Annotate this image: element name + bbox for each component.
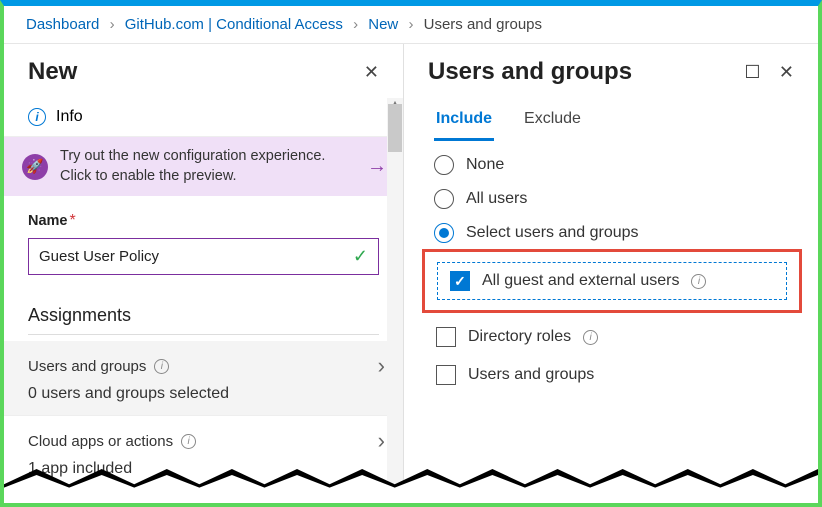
- checkbox-label: Users and groups: [468, 366, 594, 384]
- breadcrumb-sep: ›: [353, 16, 358, 33]
- info-label: Info: [56, 108, 83, 126]
- option-select-users-and-groups[interactable]: Select users and groups: [434, 223, 788, 243]
- include-exclude-tabs: Include Exclude: [404, 98, 818, 141]
- info-icon[interactable]: i: [181, 434, 196, 449]
- breadcrumb-sep: ›: [408, 16, 413, 33]
- assignments-heading: Assignments: [28, 305, 379, 335]
- option-label: All users: [466, 190, 527, 208]
- tab-include[interactable]: Include: [434, 104, 494, 141]
- breadcrumb: Dashboard › GitHub.com | Conditional Acc…: [4, 6, 818, 44]
- highlight-box: All guest and external users i: [422, 249, 802, 313]
- checkbox-icon: [450, 271, 470, 291]
- name-input[interactable]: Guest User Policy ✓: [28, 238, 379, 275]
- pane-title-new: New: [28, 58, 77, 86]
- scrollbar-track[interactable]: ▴: [387, 98, 403, 499]
- check-icon: ✓: [353, 246, 368, 267]
- users-and-groups-pane: Users and groups ☐ ✕ Include Exclude Non…: [404, 44, 818, 499]
- azure-portal-window: Dashboard › GitHub.com | Conditional Acc…: [0, 0, 822, 507]
- radio-icon: [434, 223, 454, 243]
- checkbox-label: Directory roles: [468, 328, 571, 346]
- breadcrumb-sep: ›: [110, 16, 115, 33]
- checkbox-icon: [436, 365, 456, 385]
- breadcrumb-app[interactable]: GitHub.com | Conditional Access: [125, 16, 343, 33]
- breadcrumb-current: Users and groups: [424, 16, 542, 33]
- chevron-right-icon: ›: [378, 353, 385, 379]
- scrollbar-thumb[interactable]: [388, 104, 402, 152]
- new-policy-pane: New ✕ ▴ i Info 🚀 Try out the new configu…: [4, 44, 404, 499]
- checkbox-directory-roles[interactable]: Directory roles i: [436, 327, 788, 347]
- assignment-label: Users and groups: [28, 358, 146, 375]
- radio-icon: [434, 189, 454, 209]
- checkbox-users-and-groups[interactable]: Users and groups: [436, 365, 788, 385]
- preview-banner-text: Try out the new configuration experience…: [60, 147, 355, 186]
- info-icon: i: [28, 108, 46, 126]
- breadcrumb-dashboard[interactable]: Dashboard: [26, 16, 99, 33]
- preview-banner[interactable]: 🚀 Try out the new configuration experien…: [4, 137, 403, 196]
- checkbox-label: All guest and external users: [482, 272, 679, 290]
- option-none[interactable]: None: [434, 155, 788, 175]
- assignment-summary: 0 users and groups selected: [28, 385, 385, 403]
- close-icon[interactable]: ✕: [779, 62, 794, 82]
- assignment-summary: 1 app included: [28, 460, 385, 478]
- name-label: Name: [28, 213, 68, 229]
- info-row[interactable]: i Info: [4, 98, 403, 137]
- name-input-value: Guest User Policy: [39, 248, 159, 265]
- maximize-icon[interactable]: ☐: [744, 62, 760, 82]
- close-icon[interactable]: ✕: [364, 62, 379, 82]
- option-label: Select users and groups: [466, 224, 639, 242]
- radio-icon: [434, 155, 454, 175]
- arrow-right-icon: →: [367, 155, 387, 178]
- info-icon[interactable]: i: [583, 330, 598, 345]
- assignment-users-and-groups[interactable]: Users and groups i › 0 users and groups …: [4, 341, 403, 416]
- breadcrumb-new[interactable]: New: [368, 16, 398, 33]
- chevron-right-icon: ›: [378, 428, 385, 454]
- pane-title-users: Users and groups: [428, 58, 632, 86]
- tab-exclude[interactable]: Exclude: [522, 104, 583, 141]
- checkbox-all-guest-users[interactable]: All guest and external users i: [437, 262, 787, 300]
- option-all-users[interactable]: All users: [434, 189, 788, 209]
- assignment-label: Cloud apps or actions: [28, 433, 173, 450]
- required-star: *: [70, 212, 76, 229]
- rocket-icon: 🚀: [22, 154, 48, 180]
- info-icon[interactable]: i: [154, 359, 169, 374]
- info-icon[interactable]: i: [691, 274, 706, 289]
- checkbox-icon: [436, 327, 456, 347]
- option-label: None: [466, 156, 504, 174]
